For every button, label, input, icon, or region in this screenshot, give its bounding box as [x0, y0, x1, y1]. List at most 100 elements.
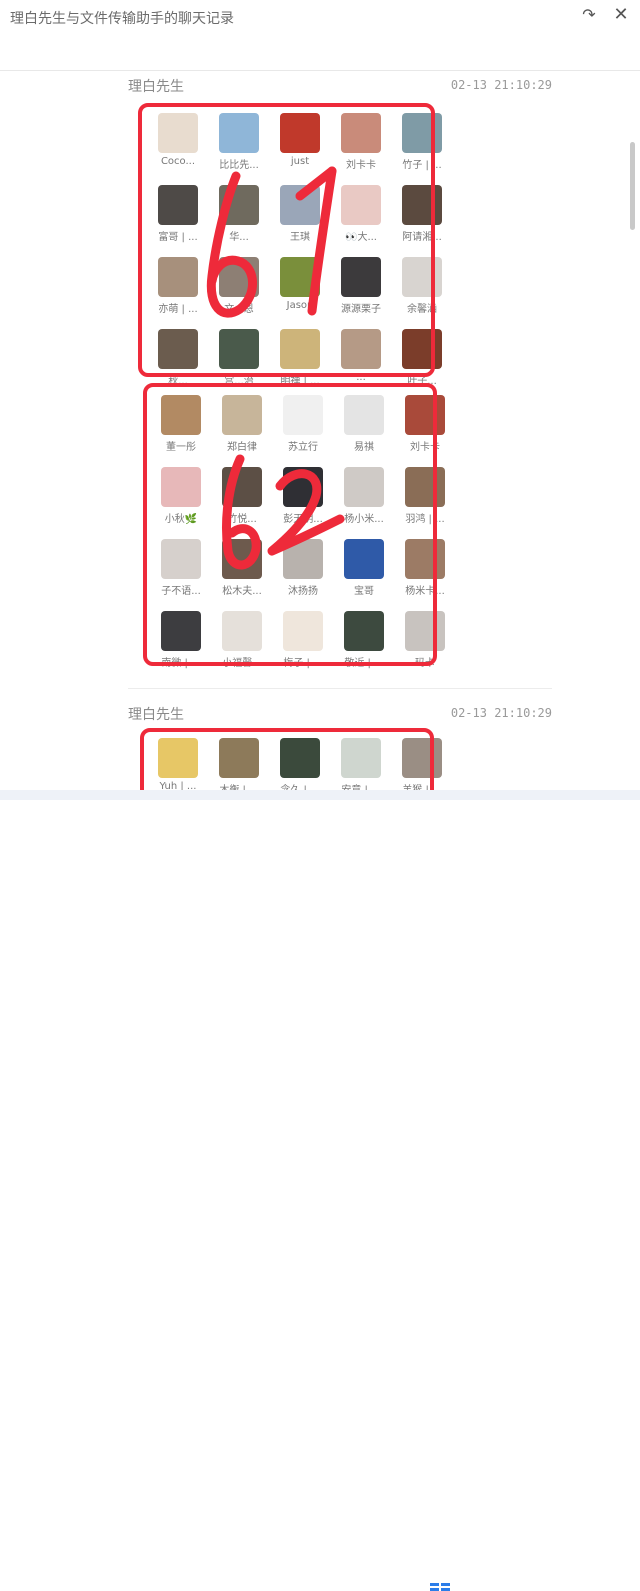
avatar [405, 611, 445, 651]
message-time: 02-13 21:10:29 [450, 706, 552, 720]
avatar [341, 185, 381, 225]
contact-name: 竹悦... [227, 514, 257, 525]
contact-item[interactable]: 👀大... [333, 182, 389, 248]
contact-item[interactable]: 玛卡 [397, 608, 453, 674]
contact-item[interactable]: 秋... [150, 326, 206, 392]
contact-grid: 董一彤 郑白律 苏立行 易祺 刘卡卡小秋🌿 竹悦... 彭天明... 杨小米... 羽鸿 | .… [153, 392, 453, 674]
contact-item[interactable]: 源源栗子 [333, 254, 389, 320]
window-title: 理白先生与文件传输助手的聊天记录 [10, 11, 234, 27]
avatar [222, 539, 262, 579]
avatar [344, 467, 384, 507]
contact-name: 易祺 [354, 442, 374, 453]
contact-item[interactable]: 小秋🌿 [153, 464, 209, 530]
avatar [405, 539, 445, 579]
message-divider [128, 688, 552, 689]
avatar [158, 113, 198, 153]
contact-name: 松木夫... [222, 586, 262, 597]
contact-item[interactable]: 苏立行 [275, 392, 331, 458]
contact-item[interactable]: 明禅 | ... [272, 326, 328, 392]
contact-name: 杨小米... [344, 514, 384, 525]
avatar [283, 539, 323, 579]
contact-name: 南微 | ... [161, 658, 201, 669]
contact-name: 亦萌 | ... [158, 304, 198, 315]
contact-item[interactable]: 竹悦... [214, 464, 270, 530]
contact-item[interactable]: 华... [211, 182, 267, 248]
contact-item[interactable]: 沐扬扬 [275, 536, 331, 602]
contact-item[interactable]: 叶子... [394, 326, 450, 392]
scrollbar-thumb[interactable] [630, 142, 635, 230]
contact-name: 小秋🌿 [164, 514, 198, 525]
contact-item[interactable]: 宫...治 [211, 326, 267, 392]
avatar [280, 185, 320, 225]
contact-name: 秋... [168, 376, 188, 387]
contact-item[interactable]: 子不语... [153, 536, 209, 602]
contact-item[interactable]: 彭天明... [275, 464, 331, 530]
avatar [219, 185, 259, 225]
avatar [402, 113, 442, 153]
contact-item[interactable]: 易祺 [336, 392, 392, 458]
contact-item[interactable]: 宝哥 [336, 536, 392, 602]
contact-item[interactable]: 亦萌 | ... [150, 254, 206, 320]
contact-grid: Coco... 比比先... just 刘卡卡 竹子 | ... 富哥 | ... 华...… [150, 110, 450, 392]
contact-card[interactable]: 董一彤 郑白律 苏立行 易祺 刘卡卡 小秋🌿 竹悦... 彭天明... 杨小米... 羽鸿 | .… [145, 388, 445, 669]
contact-item[interactable]: 杨小米... [336, 464, 392, 530]
avatar [283, 467, 323, 507]
contact-name: 余馨涵 [407, 304, 437, 315]
contact-name: 宝哥 [354, 586, 374, 597]
contact-item[interactable]: Coco... [150, 110, 206, 176]
contact-name: 文...恩 [224, 304, 254, 315]
avatar [402, 738, 442, 778]
avatar [280, 738, 320, 778]
contact-item[interactable]: 比比先... [211, 110, 267, 176]
contact-item[interactable]: 敬近 | ... [336, 608, 392, 674]
contact-item[interactable]: Jason [272, 254, 328, 320]
contact-name: 宫...治 [224, 376, 254, 387]
contact-item[interactable]: 王琪 [272, 182, 328, 248]
contact-item[interactable]: 刘卡卡 [333, 110, 389, 176]
contact-item[interactable]: 阿请湘... [394, 182, 450, 248]
contact-name: 子不语... [161, 586, 201, 597]
chat-history[interactable]: 理白先生 02-13 21:10:29 Coco... 比比先... just 刘卡卡… [0, 71, 640, 800]
contact-name: 刘卡卡 [346, 160, 376, 171]
contact-name: 👀大... [345, 232, 377, 243]
avatar [219, 113, 259, 153]
avatar [341, 257, 381, 297]
close-icon[interactable]: ✕ [610, 4, 632, 26]
avatar [219, 257, 259, 297]
contact-name: just [290, 156, 310, 167]
contact-name: 敬近 | ... [344, 658, 384, 669]
avatar [161, 467, 201, 507]
windows-start-icon[interactable] [430, 1583, 450, 1591]
contact-name: ... [356, 372, 366, 383]
contact-item[interactable]: 富哥 | ... [150, 182, 206, 248]
contact-card[interactable]: Coco... 比比先... just 刘卡卡 竹子 | ... 富哥 | ... 华...… [142, 106, 442, 387]
avatar [222, 611, 262, 651]
contact-item[interactable]: 小福馨... [214, 608, 270, 674]
contact-item[interactable]: 刘卡卡 [397, 392, 453, 458]
contact-item[interactable]: 竹子 | ... [394, 110, 450, 176]
contact-item[interactable]: 文...恩 [211, 254, 267, 320]
contact-item[interactable]: 松木夫... [214, 536, 270, 602]
avatar [161, 395, 201, 435]
contact-item[interactable]: 羽鸿 | ... [397, 464, 453, 530]
avatar [341, 329, 381, 369]
contact-item[interactable]: ... [333, 326, 389, 392]
contact-item[interactable]: just [272, 110, 328, 176]
contact-name: 小福馨... [222, 658, 262, 669]
contact-item[interactable]: 南微 | ... [153, 608, 209, 674]
contact-name: 刘卡卡 [410, 442, 440, 453]
contact-name: 沐扬扬 [288, 586, 318, 597]
avatar [341, 113, 381, 153]
share-arrow-icon[interactable]: ↷ [578, 4, 600, 26]
contact-item[interactable]: 梅子 | ... [275, 608, 331, 674]
contact-item[interactable]: 余馨涵 [394, 254, 450, 320]
avatar [344, 395, 384, 435]
avatar [161, 611, 201, 651]
avatar [161, 539, 201, 579]
contact-item[interactable]: 郑白律 [214, 392, 270, 458]
contact-item[interactable]: 杨米卡... [397, 536, 453, 602]
contact-item[interactable]: 董一彤 [153, 392, 209, 458]
contact-name: Coco... [160, 156, 196, 167]
contact-name: 华... [229, 232, 249, 243]
contact-name: 郑白律 [227, 442, 257, 453]
